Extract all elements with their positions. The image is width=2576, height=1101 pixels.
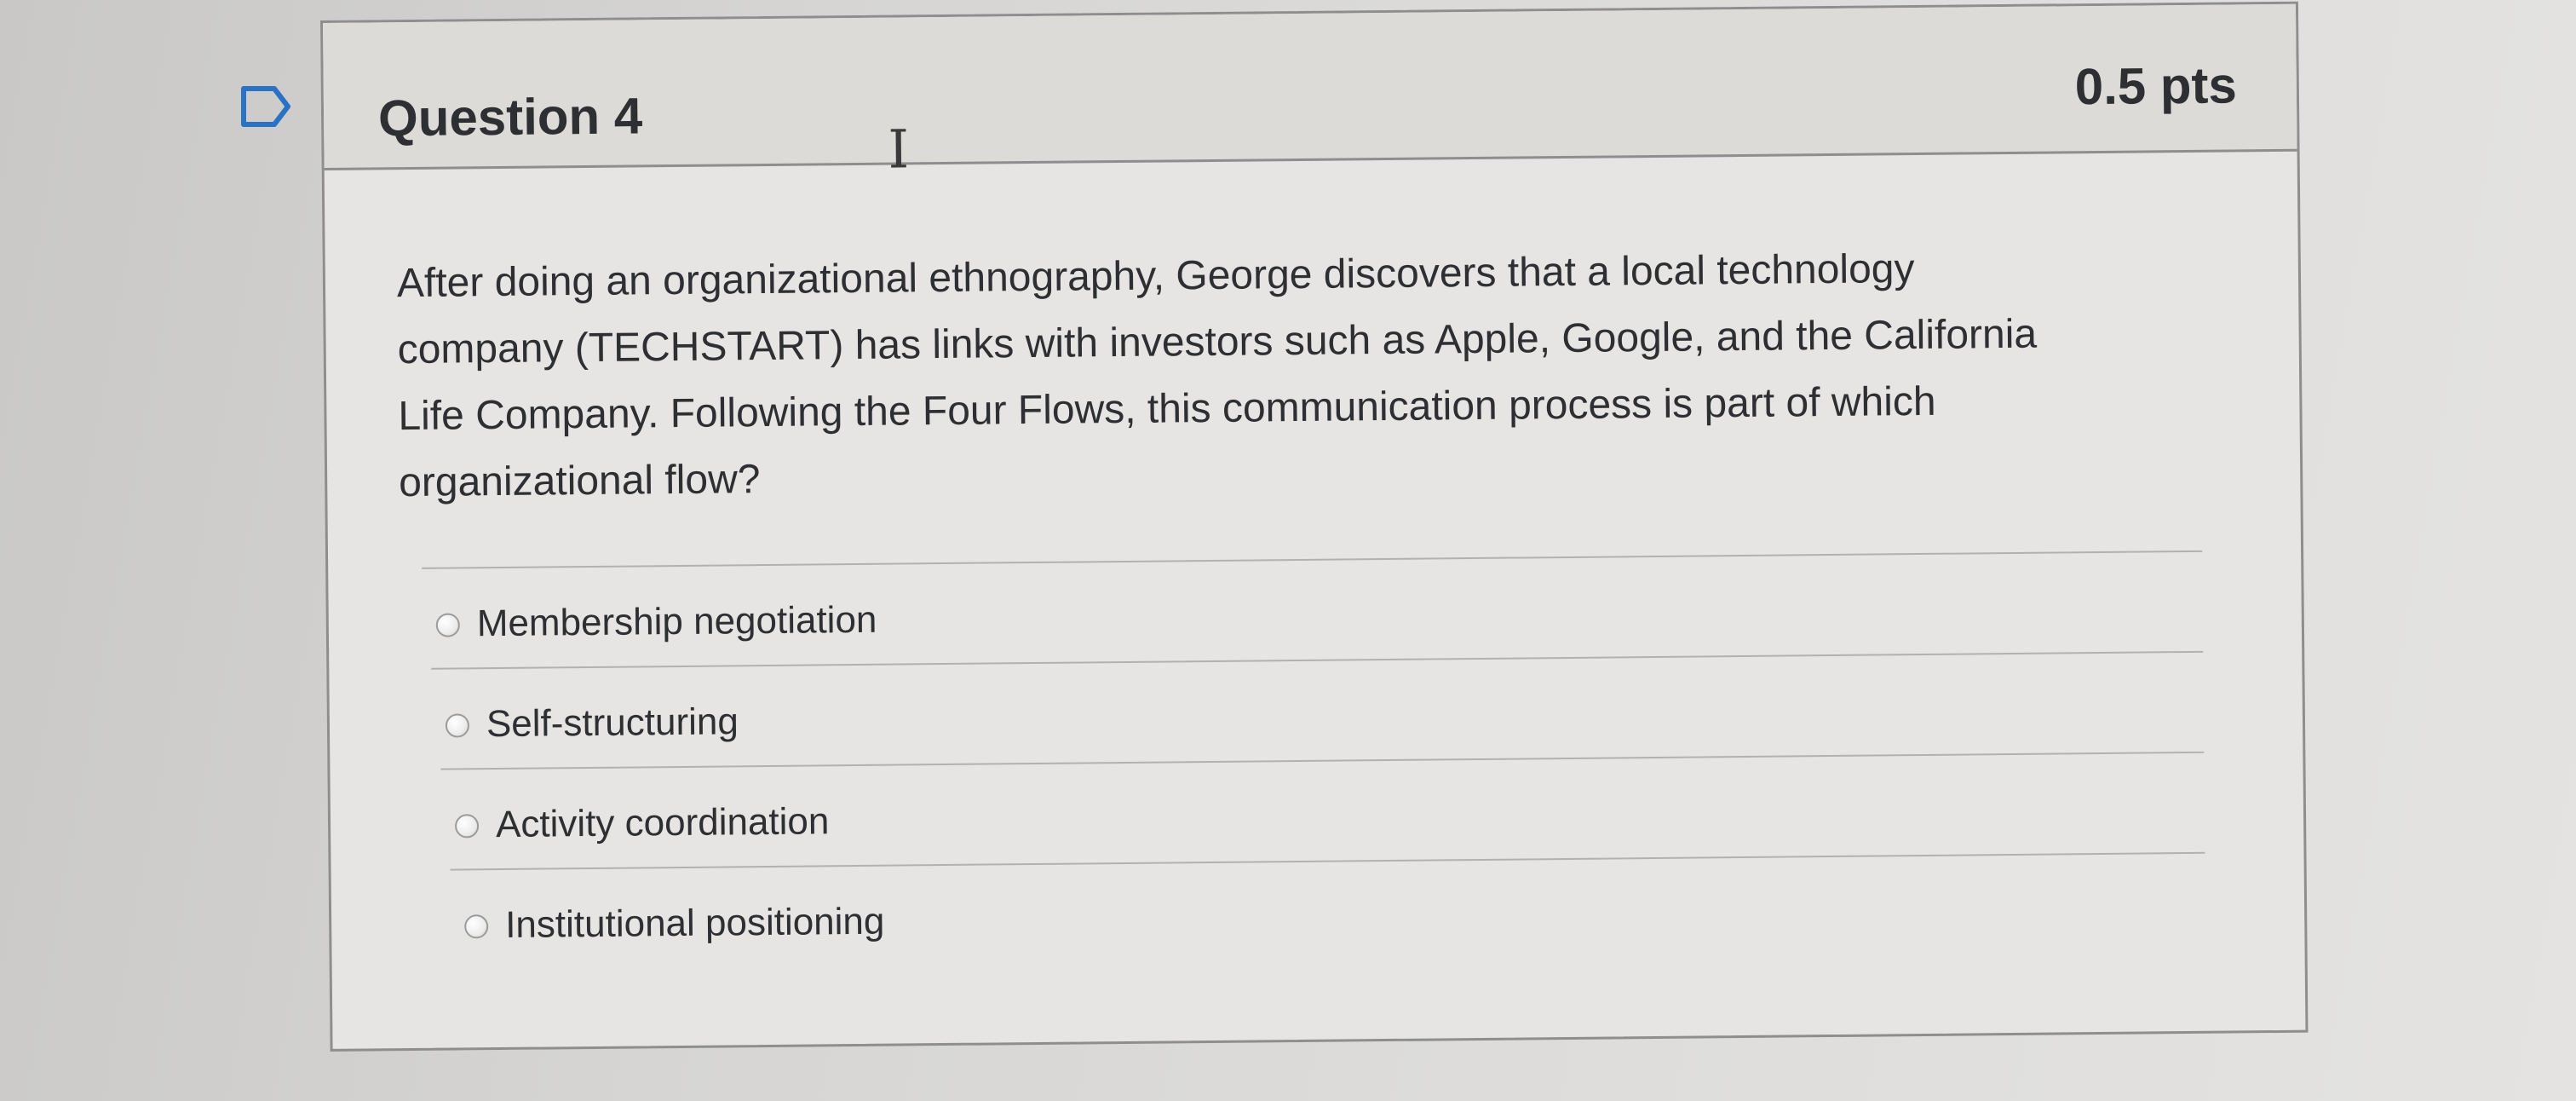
radio-button-icon[interactable] [445,713,470,738]
answer-list: Membership negotiation Self-structuring … [422,550,2206,970]
question-text: After doing an organizational ethnograph… [397,233,2188,516]
question-card: Question 4 0.5 pts I After doing an orga… [320,1,2309,1052]
answer-option[interactable]: Activity coordination [440,751,2205,869]
radio-button-icon[interactable] [464,914,489,939]
answer-option[interactable]: Membership negotiation [422,550,2204,668]
answer-option[interactable]: Self-structuring [431,650,2205,769]
question-title: Question 4 [377,87,643,147]
flag-question-icon[interactable] [240,85,293,128]
answer-label[interactable]: Self-structuring [486,700,739,746]
answer-label[interactable]: Institutional positioning [505,901,885,947]
answer-label[interactable]: Activity coordination [496,800,830,846]
answer-option[interactable]: Institutional positioning [450,851,2206,970]
question-header: Question 4 0.5 pts I [323,3,2297,181]
radio-button-icon[interactable] [435,613,460,637]
answer-label[interactable]: Membership negotiation [477,599,877,646]
radio-button-icon[interactable] [454,814,480,839]
text-cursor-icon: I [888,118,910,181]
question-points: 0.5 pts [2074,56,2238,116]
